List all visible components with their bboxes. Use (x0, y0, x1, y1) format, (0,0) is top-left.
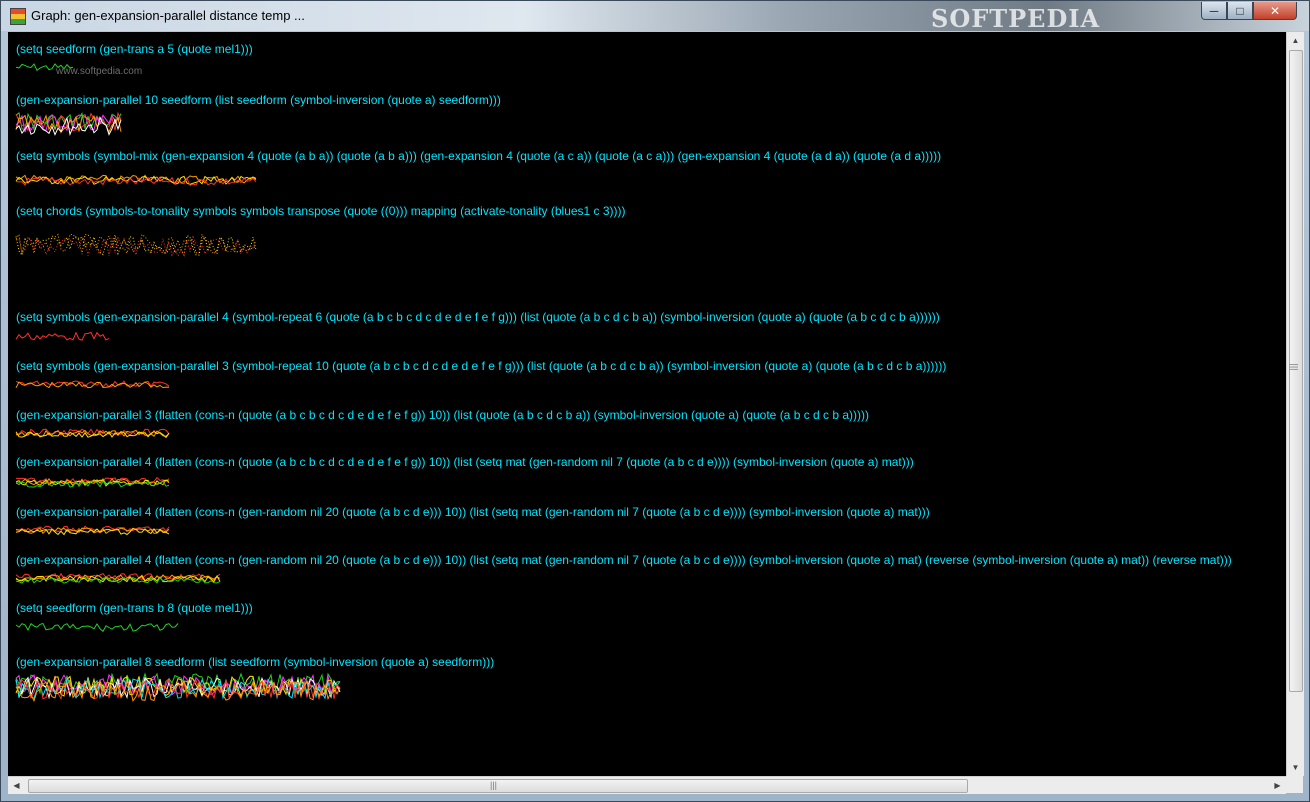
vertical-grip-icon: ||| (1289, 363, 1300, 371)
expression-label: (setq chords (symbols-to-tonality symbol… (16, 204, 626, 218)
graph-trace-red (15, 331, 110, 341)
expression-label: (gen-expansion-parallel 4 (flatten (cons… (16, 553, 1232, 567)
expression-label: (setq seedform (gen-trans b 8 (quote mel… (16, 601, 253, 615)
expression-label: (setq seedform (gen-trans a 5 (quote mel… (16, 42, 253, 56)
close-button[interactable]: ✕ (1253, 2, 1297, 20)
graph-trace-orange (15, 232, 257, 256)
expression-label: (setq symbols (symbol-mix (gen-expansion… (16, 149, 942, 163)
arrow-up-icon: ▲ (1291, 36, 1300, 45)
maximize-icon: □ (1236, 3, 1244, 18)
maximize-button[interactable]: □ (1227, 2, 1253, 20)
title-bar[interactable]: Graph: gen-expansion-parallel distance t… (1, 1, 1309, 33)
window-title: Graph: gen-expansion-parallel distance t… (31, 8, 305, 23)
arrow-down-icon: ▼ (1291, 763, 1300, 772)
close-icon: ✕ (1269, 3, 1281, 18)
expression-label: (setq symbols (gen-expansion-parallel 4 … (16, 310, 940, 324)
arrow-right-icon: ▶ (1274, 781, 1281, 790)
softpedia-watermark: www.softpedia.com (56, 66, 143, 77)
graph-trace-yellow (15, 234, 257, 257)
expression-label: (gen-expansion-parallel 4 (flatten (cons… (16, 505, 930, 519)
horizontal-scrollbar[interactable]: ◀ ||| ▶ (8, 776, 1286, 794)
expression-label: (gen-expansion-parallel 3 (flatten (cons… (16, 408, 870, 422)
app-icon[interactable] (10, 8, 26, 25)
expression-label: (gen-expansion-parallel 4 (flatten (cons… (16, 455, 914, 469)
expression-label: (gen-expansion-parallel 8 seedform (list… (16, 655, 495, 669)
graph-trace-green (15, 622, 179, 633)
graph-window: Graph: gen-expansion-parallel distance t… (0, 0, 1310, 802)
scrollbar-corner (1286, 776, 1303, 793)
minimize-icon: ─ (1209, 3, 1219, 18)
expression-label: (setq symbols (gen-expansion-parallel 3 … (16, 359, 947, 373)
expression-label: (gen-expansion-parallel 10 seedform (lis… (16, 93, 501, 107)
horizontal-scroll-thumb[interactable] (28, 779, 968, 793)
softpedia-brand: SOFTPEDIA (931, 4, 1101, 33)
scroll-left-button[interactable]: ◀ (8, 777, 25, 794)
scroll-right-button[interactable]: ▶ (1269, 777, 1286, 794)
arrow-left-icon: ◀ (13, 781, 20, 790)
minimize-button[interactable]: ─ (1201, 2, 1227, 20)
scroll-up-button[interactable]: ▲ (1287, 32, 1304, 49)
vertical-scrollbar[interactable]: ▲ ||| ▼ (1286, 32, 1304, 776)
vertical-scroll-thumb[interactable] (1289, 50, 1303, 692)
horizontal-grip-icon: ||| (490, 780, 498, 790)
graph-trace-white (15, 116, 122, 137)
scroll-down-button[interactable]: ▼ (1287, 759, 1304, 776)
graph-canvas: www.softpedia.com (setq seedform (gen-tr… (8, 32, 1286, 776)
